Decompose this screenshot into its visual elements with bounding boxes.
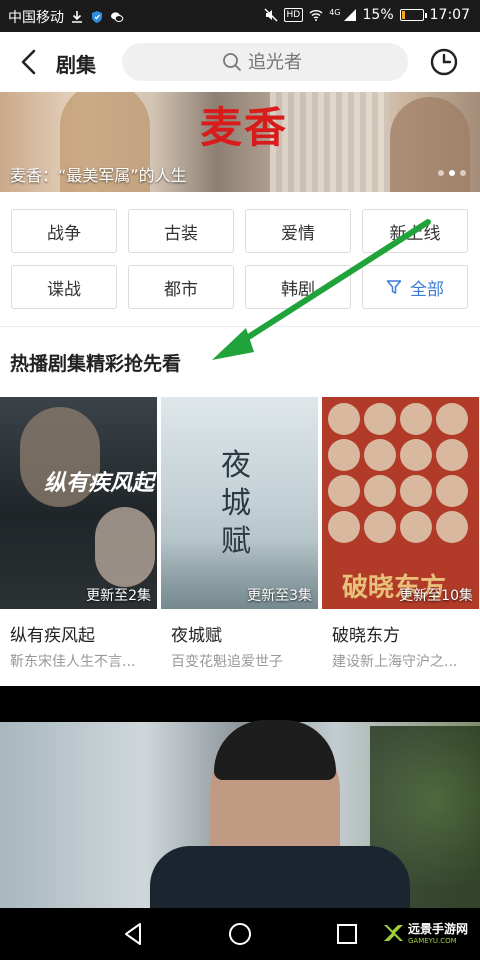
hero-banner[interactable]: 麦香 麦香：“最美军属”的人生: [0, 92, 480, 192]
update-badge: 更新至10集: [399, 588, 473, 604]
category-romance[interactable]: 爱情: [245, 209, 351, 253]
category-costume[interactable]: 古装: [128, 209, 234, 253]
series-card[interactable]: 夜城赋 更新至3集 夜城赋 百变花魁追爱世子: [161, 397, 318, 671]
mute-icon: [264, 8, 278, 22]
search-bar[interactable]: [122, 43, 408, 81]
clock: 17:07: [429, 7, 470, 23]
series-title[interactable]: 破晓东方: [332, 621, 479, 646]
series-title[interactable]: 纵有疾风起: [10, 621, 157, 646]
category-spy[interactable]: 谍战: [11, 265, 117, 309]
poster-title-art: 纵有疾风起: [44, 471, 155, 496]
category-urban[interactable]: 都市: [128, 265, 234, 309]
search-input[interactable]: [248, 49, 398, 75]
status-left: 中国移动: [8, 7, 124, 27]
update-badge: 更新至3集: [247, 588, 312, 604]
system-nav-bar: 远景手游网 GAMEYU.COM: [0, 908, 480, 960]
series-subtitle: 靳东宋佳人生不言...: [10, 654, 136, 670]
nav-back-icon[interactable]: [120, 920, 148, 948]
search-icon: [223, 53, 241, 71]
banner-figure-right: [390, 97, 470, 192]
status-right: HD 4G 15% 17:07: [264, 7, 470, 23]
watermark-url: GAMEYU.COM: [407, 937, 457, 945]
watermark: 远景手游网 GAMEYU.COM: [382, 920, 468, 945]
network-type: 4G: [329, 7, 341, 17]
status-bar: 中国移动 HD 4G 15% 17:07: [0, 0, 480, 32]
category-all-button[interactable]: 全部: [362, 265, 468, 309]
top-nav: 剧集: [0, 32, 480, 92]
shield-app-icon: [92, 11, 102, 23]
clock-history-icon[interactable]: [428, 46, 460, 78]
signal-icon: [343, 9, 356, 21]
series-poster[interactable]: 纵有疾风起 更新至2集: [0, 397, 157, 609]
battery-icon: [399, 9, 427, 21]
poster-title-art: 夜城赋: [221, 448, 251, 559]
series-title[interactable]: 夜城赋: [171, 621, 318, 646]
video-preview[interactable]: [0, 686, 480, 908]
filter-icon: [386, 280, 402, 294]
banner-dot: [460, 170, 466, 176]
series-poster[interactable]: 夜城赋 更新至3集: [161, 397, 318, 609]
series-poster[interactable]: 破晓东方 更新至10集: [322, 397, 479, 609]
series-card[interactable]: 纵有疾风起 更新至2集 纵有疾风起 靳东宋佳人生不言...: [0, 397, 157, 671]
battery-percent: 15%: [362, 7, 394, 23]
category-grid: 战争 古装 爱情 新上线 谍战 都市 韩剧 全部: [0, 192, 480, 326]
download-icon: [72, 11, 82, 23]
category-new[interactable]: 新上线: [362, 209, 468, 253]
poster-portrait-grid: [328, 403, 473, 543]
hot-series-section: 热播剧集精彩抢先看 纵有疾风起 更新至2集 纵有疾风起 靳东宋佳人生不言... …: [0, 326, 480, 686]
category-all-label: 全部: [410, 279, 444, 300]
wifi-icon: [309, 10, 323, 21]
series-subtitle: 百变花魁追爱世子: [171, 654, 283, 670]
carrier-name: 中国移动: [8, 10, 64, 26]
series-subtitle: 建设新上海守沪之...: [332, 654, 458, 670]
banner-dot: [449, 170, 455, 176]
banner-caption: 麦香：“最美军属”的人生: [10, 166, 187, 185]
watermark-logo-icon: [383, 924, 403, 941]
banner-pagination: [438, 170, 466, 176]
hd-badge: HD: [283, 8, 304, 22]
banner-title: 麦香: [200, 103, 289, 152]
video-person-suit: [150, 846, 410, 908]
series-card[interactable]: 破晓东方 更新至10集 破晓东方 建设新上海守沪之...: [322, 397, 479, 671]
watermark-name: 远景手游网: [407, 922, 468, 936]
back-arrow-icon[interactable]: [14, 46, 46, 78]
category-korean[interactable]: 韩剧: [245, 265, 351, 309]
category-war[interactable]: 战争: [11, 209, 117, 253]
page-title: 剧集: [56, 53, 96, 77]
banner-dot: [438, 170, 444, 176]
nav-recents-icon[interactable]: [333, 920, 361, 948]
section-title: 热播剧集精彩抢先看: [10, 353, 182, 375]
wechat-icon: [111, 12, 124, 22]
update-badge: 更新至2集: [86, 588, 151, 604]
nav-home-icon[interactable]: [226, 920, 254, 948]
poster-figure: [95, 507, 155, 587]
battery-fill: [401, 11, 405, 19]
